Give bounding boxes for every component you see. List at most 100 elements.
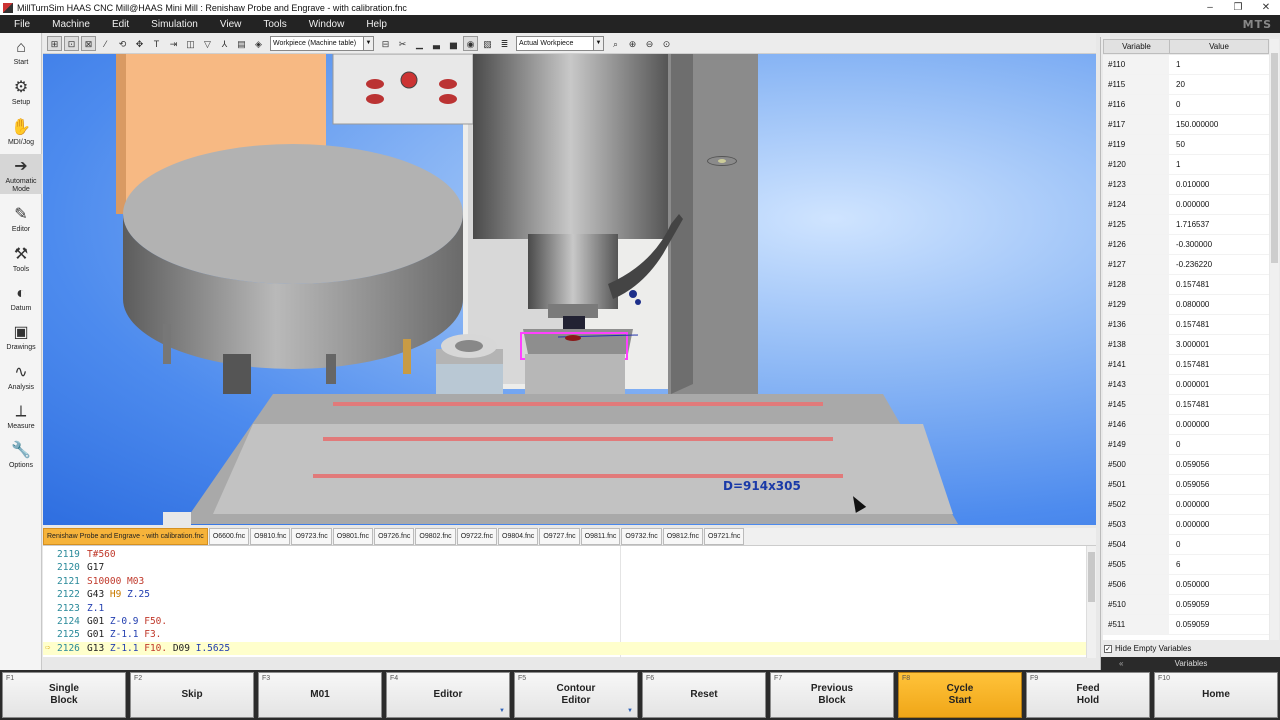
file-tab[interactable]: O6600.fnc (208, 528, 250, 545)
close-icon[interactable]: ✕ (1252, 2, 1280, 13)
book-icon[interactable]: ▤ (234, 36, 249, 51)
filter-icon[interactable]: ▽ (200, 36, 215, 51)
current-code-line[interactable]: ⇨ 2126 G13 Z-1.1 F10. D09 I.5625 (43, 641, 1086, 655)
layers-icon[interactable]: ≣ (497, 36, 512, 51)
variables-panel-tab[interactable]: « Variables (1101, 657, 1280, 670)
axis-icon[interactable]: ⅄ (217, 36, 232, 51)
variable-row[interactable]: #123 0.010000 (1103, 175, 1269, 195)
menu-machine[interactable]: Machine (41, 19, 101, 30)
hide-empty-variables-toggle[interactable]: ✓ Hide Empty Variables (1104, 644, 1191, 653)
variable-row[interactable]: #110 1 (1103, 55, 1269, 75)
nc-code-editor[interactable]: 2119 T#560 2120 G17 2121 S10000 M03 2122 G43 H9… (43, 545, 1096, 658)
minimize-icon[interactable]: – (1196, 2, 1224, 13)
code-line[interactable]: 2122 G43 H9 Z.25 (43, 588, 1086, 601)
variable-row[interactable]: #116 0 (1103, 95, 1269, 115)
fkey-f6-button[interactable]: F6 Reset (642, 672, 766, 718)
panel-collapse-icon[interactable]: « (1119, 657, 1123, 670)
palette-icon[interactable]: ◈ (251, 36, 266, 51)
variable-row[interactable]: #503 0.000000 (1103, 515, 1269, 535)
fkey-f1-button[interactable]: F1 Single Block (2, 672, 126, 718)
code-line[interactable]: 2125 G01 Z-1.1 F3. (43, 628, 1086, 641)
fkey-f7-button[interactable]: F7 Previous Block (770, 672, 894, 718)
file-tab[interactable]: O9801.fnc (332, 528, 374, 545)
file-tab[interactable]: O9802.fnc (415, 528, 456, 545)
sidebar-item-setup[interactable]: ⚙ Setup (0, 75, 42, 109)
editor-scrollbar-thumb[interactable] (1088, 552, 1095, 602)
variable-row[interactable]: #506 0.050000 (1103, 575, 1269, 595)
variable-row[interactable]: #127 -0.236220 (1103, 255, 1269, 275)
variable-row[interactable]: #125 1.716537 (1103, 215, 1269, 235)
sidebar-item-analysis[interactable]: ∿ Analysis (0, 360, 42, 394)
variable-row[interactable]: #500 0.059056 (1103, 455, 1269, 475)
code-line[interactable]: 2120 G17 (43, 561, 1086, 574)
variables-scrollbar[interactable] (1270, 39, 1279, 640)
file-tab[interactable]: O9721.fnc (704, 528, 745, 545)
variable-row[interactable]: #138 3.000001 (1103, 335, 1269, 355)
variable-row[interactable]: #146 0.000000 (1103, 415, 1269, 435)
menu-view[interactable]: View (209, 19, 253, 30)
variable-row[interactable]: #502 0.000000 (1103, 495, 1269, 515)
file-tab[interactable]: O9732.fnc (621, 528, 662, 545)
camera-icon[interactable]: ◉ (463, 35, 478, 51)
simulation-viewport[interactable]: D=914x305 (43, 54, 1096, 525)
fkey-f5-button[interactable]: F5 Contour Editor ▼ (514, 672, 638, 718)
cut-icon[interactable]: ✂ (395, 36, 410, 51)
view-toolbar-icon-3[interactable]: ⊠ (81, 35, 96, 51)
chart-icon-3[interactable]: ▅ (446, 36, 461, 51)
column-header-value[interactable]: Value (1170, 40, 1268, 53)
zoom-fit-icon[interactable]: ⊙ (659, 36, 674, 51)
sidebar-item-datum[interactable]: ◐ Datum (0, 281, 42, 315)
workpiece-select[interactable]: Workpiece (Machine table) ▼ (270, 35, 374, 51)
variable-row[interactable]: #510 0.059059 (1103, 595, 1269, 615)
menu-edit[interactable]: Edit (101, 19, 140, 30)
menu-file[interactable]: File (0, 19, 41, 30)
variable-row[interactable]: #117 150.000000 (1103, 115, 1269, 135)
variable-row[interactable]: #126 -0.300000 (1103, 235, 1269, 255)
file-tab[interactable]: O9723.fnc (291, 528, 332, 545)
variable-row[interactable]: #136 0.157481 (1103, 315, 1269, 335)
rotate-icon[interactable]: ⟲ (115, 36, 130, 51)
variable-row[interactable]: #511 0.059059 (1103, 615, 1269, 635)
variable-row[interactable]: #115 20 (1103, 75, 1269, 95)
sidebar-item-measure[interactable]: ⟂ Measure (0, 399, 42, 433)
variables-scrollbar-thumb[interactable] (1271, 53, 1278, 263)
sidebar-item-options[interactable]: 🔧 Options (0, 438, 42, 472)
code-line[interactable]: 2119 T#560 (43, 548, 1086, 561)
variable-row[interactable]: #119 50 (1103, 135, 1269, 155)
file-tab[interactable]: O9722.fnc (456, 528, 497, 545)
box-icon[interactable]: ◫ (183, 36, 198, 51)
zoom-icon[interactable]: ⌕ (608, 36, 623, 51)
file-tab[interactable]: O9811.fnc (580, 528, 621, 545)
variable-row[interactable]: #129 0.080000 (1103, 295, 1269, 315)
code-line[interactable]: 2124 G01 Z-0.9 F50. (43, 615, 1086, 628)
sidebar-item-tools[interactable]: ⚒ Tools (0, 242, 42, 276)
menu-tools[interactable]: Tools (252, 19, 297, 30)
sidebar-item-mdi-jog[interactable]: ✋ MDI/Jog (0, 115, 42, 149)
fkey-f10-button[interactable]: F10 Home (1154, 672, 1278, 718)
menu-help[interactable]: Help (355, 19, 398, 30)
fit-icon[interactable]: ⇥ (166, 36, 181, 51)
text-icon[interactable]: T (149, 36, 164, 51)
file-tab[interactable]: O9726.fnc (374, 528, 415, 545)
variable-row[interactable]: #143 0.000001 (1103, 375, 1269, 395)
chart-icon-1[interactable]: ▁ (412, 36, 427, 51)
fkey-f9-button[interactable]: F9 Feed Hold (1026, 672, 1150, 718)
editor-scrollbar[interactable] (1086, 546, 1096, 658)
file-tab[interactable]: Renishaw Probe and Engrave - with calibr… (43, 528, 208, 545)
variable-row[interactable]: #501 0.059056 (1103, 475, 1269, 495)
variable-row[interactable]: #505 6 (1103, 555, 1269, 575)
menu-simulation[interactable]: Simulation (140, 19, 209, 30)
variable-row[interactable]: #124 0.000000 (1103, 195, 1269, 215)
hide-empty-checkbox[interactable]: ✓ (1104, 644, 1112, 653)
variable-row[interactable]: #149 0 (1103, 435, 1269, 455)
variable-row[interactable]: #141 0.157481 (1103, 355, 1269, 375)
actual-workpiece-select[interactable]: Actual Workpiece ▼ (516, 35, 604, 51)
variable-row[interactable]: #145 0.157481 (1103, 395, 1269, 415)
sidebar-item-automatic-mode[interactable]: ➔ Automatic Mode (0, 154, 42, 194)
menu-window[interactable]: Window (298, 19, 356, 30)
view-toolbar-icon-2[interactable]: ⊡ (64, 35, 79, 51)
file-tab[interactable]: O9727.fnc (539, 528, 580, 545)
variable-row[interactable]: #120 1 (1103, 155, 1269, 175)
pan-icon[interactable]: ✥ (132, 36, 147, 51)
maximize-icon[interactable]: ❐ (1224, 2, 1252, 13)
